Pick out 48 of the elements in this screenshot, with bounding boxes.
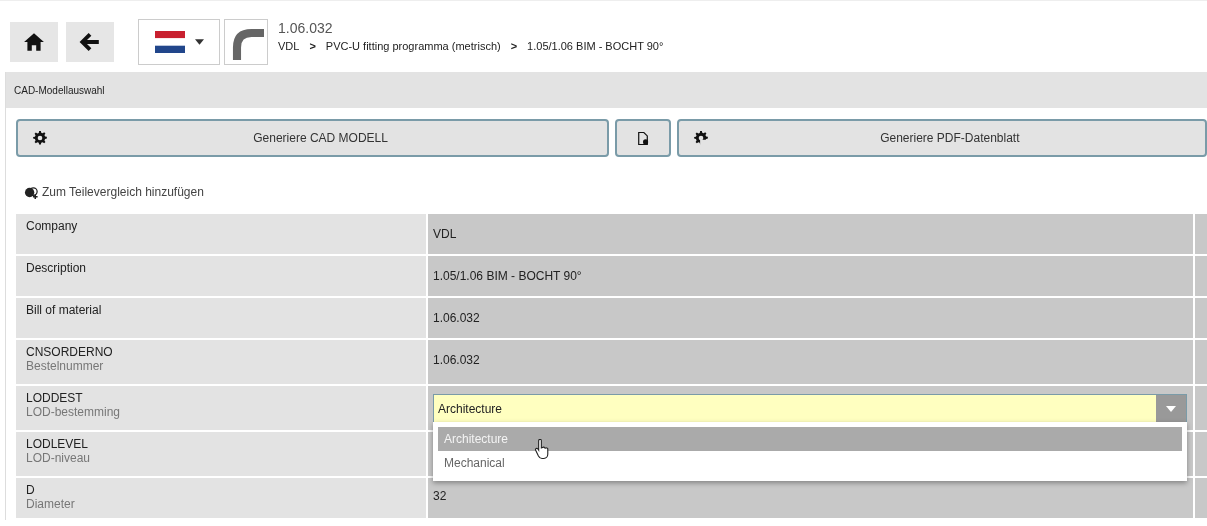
part-number: 1.06.032 xyxy=(278,19,334,36)
breadcrumb-separator: > xyxy=(510,39,518,52)
property-subtitle: LOD-niveau xyxy=(26,451,92,465)
compare-link[interactable]: Zum Teilevergleich hinzufügen xyxy=(42,185,204,199)
property-name: D xyxy=(26,483,36,497)
breadcrumb-separator: > xyxy=(309,39,316,52)
property-name: LODDEST xyxy=(26,391,84,405)
document-settings-button[interactable] xyxy=(615,119,671,157)
property-value: 1.06.032 xyxy=(433,311,480,325)
table-cell xyxy=(1195,214,1207,254)
back-button[interactable] xyxy=(66,21,114,62)
property-name: Company xyxy=(26,219,79,233)
caret-icon xyxy=(194,38,204,45)
dropdown-option[interactable]: Mechanical xyxy=(438,451,1182,475)
property-name: Description xyxy=(26,261,88,275)
caret-icon xyxy=(1166,406,1176,412)
table-cell xyxy=(1195,340,1207,384)
property-name: Bill of material xyxy=(26,303,103,317)
breadcrumb-link[interactable]: PVC-U fitting programma (metrisch) xyxy=(325,39,501,52)
flag-icon xyxy=(154,30,185,53)
property-subtitle: Bestelnummer xyxy=(26,359,105,373)
generate-button[interactable]: Generiere PDF-Datenblatt xyxy=(676,119,1207,157)
property-value: 1.06.032 xyxy=(433,353,480,367)
property-value: 32 xyxy=(433,489,447,503)
generate-button[interactable]: Generiere CAD MODELL xyxy=(16,119,610,157)
table-cell xyxy=(1195,256,1207,296)
property-value: VDL xyxy=(433,227,457,241)
table-cell xyxy=(1195,432,1207,476)
table-cell xyxy=(1195,478,1207,518)
gear-pdf-icon xyxy=(692,130,709,146)
panel-title: CAD-Modellauswahl xyxy=(14,84,105,96)
breadcrumb-link[interactable]: VDL xyxy=(278,39,300,52)
compare-add-icon xyxy=(24,184,39,200)
table-cell xyxy=(1195,386,1207,430)
table-cell xyxy=(1195,298,1207,338)
property-subtitle: LOD-bestemming xyxy=(26,405,122,419)
select-field[interactable]: Architecture xyxy=(433,394,1187,424)
language-dropdown[interactable] xyxy=(138,18,220,65)
home-button[interactable] xyxy=(10,21,58,62)
property-value: 1.05/1.06 BIM - BOCHT 90° xyxy=(433,269,582,283)
back-arrow-icon xyxy=(79,30,101,53)
gear-icon xyxy=(32,130,48,146)
hand-cursor-icon xyxy=(534,439,550,459)
property-name: CNSORDERNO xyxy=(26,345,114,359)
property-name: LODLEVEL xyxy=(26,437,90,451)
property-subtitle: Diameter xyxy=(26,497,76,511)
breadcrumb-link[interactable]: 1.05/1.06 BIM - BOCHT 90° xyxy=(527,39,664,52)
document-gear-icon xyxy=(636,130,649,146)
